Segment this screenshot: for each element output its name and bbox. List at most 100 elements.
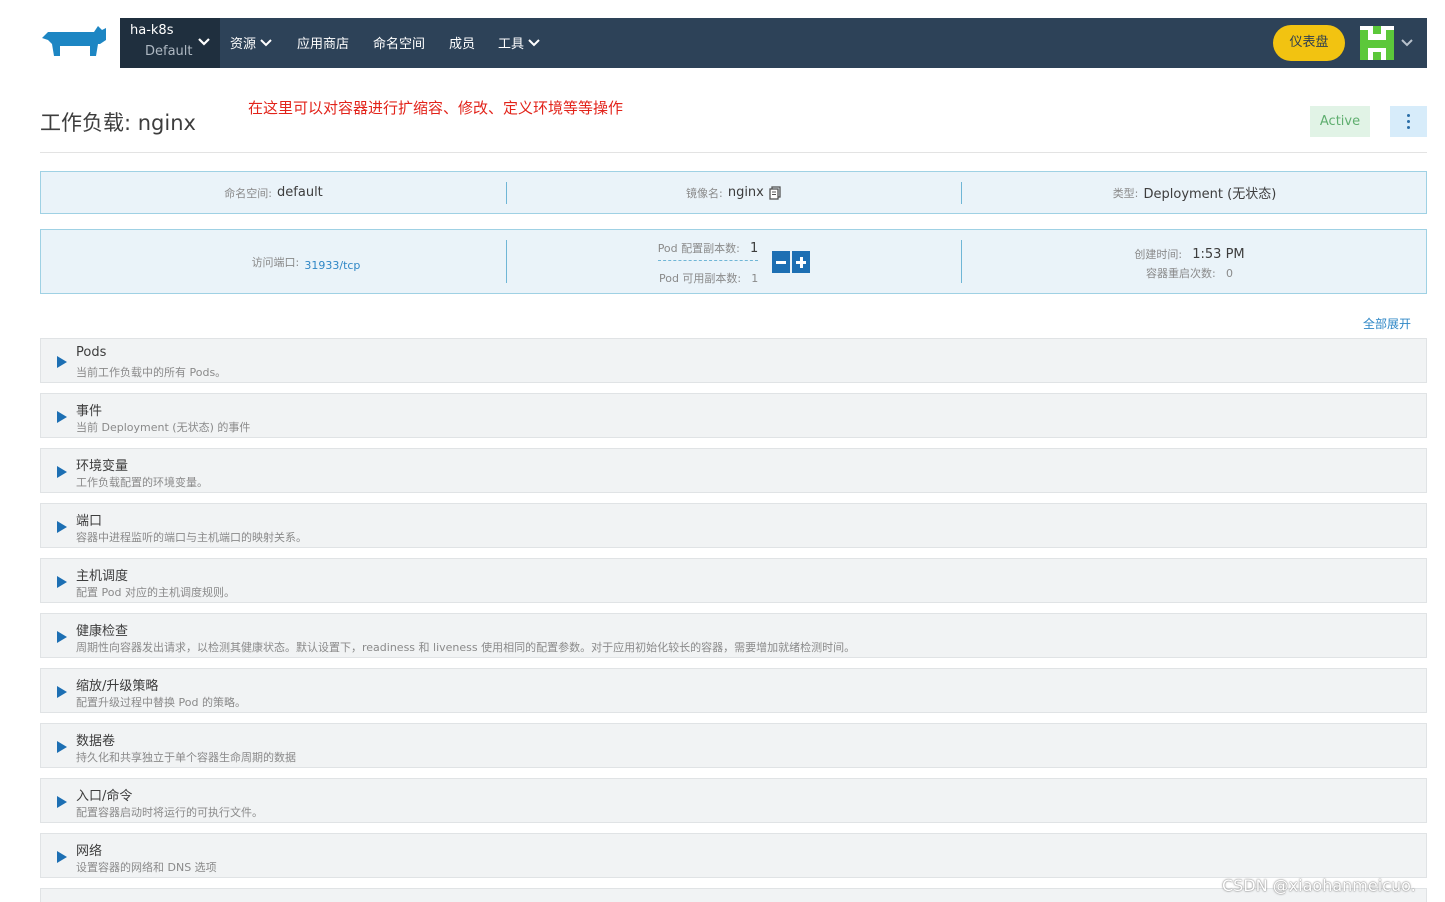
section-description: 当前 Deployment (无状态) 的事件 xyxy=(76,421,251,434)
expand-arrow-icon xyxy=(57,576,67,588)
section-description: 配置升级过程中替换 Pod 的策略。 xyxy=(76,696,246,709)
nav-app-store[interactable]: 应用商店 xyxy=(297,33,349,52)
port-link[interactable]: 31933/tcp xyxy=(304,259,360,272)
port-label: 访问端口: xyxy=(251,255,300,269)
expand-all-link[interactable]: 全部展开 xyxy=(1363,315,1411,332)
section-ports[interactable]: 端口 容器中进程监听的端口与主机端口的映射关系。 xyxy=(40,503,1427,548)
rancher-cow-logo-icon[interactable] xyxy=(40,22,110,62)
section-events[interactable]: 事件 当前 Deployment (无状态) 的事件 xyxy=(40,393,1427,438)
namespace-label: 命名空间: xyxy=(224,186,272,200)
nav-app-store-label: 应用商店 xyxy=(297,37,350,52)
nav-namespaces[interactable]: 命名空间 xyxy=(373,33,425,52)
expand-arrow-icon xyxy=(57,356,67,368)
cluster-project-switcher[interactable]: ha-k8s Default xyxy=(120,18,220,68)
section-pods[interactable]: Pods 当前工作负载中的所有 Pods。 xyxy=(40,338,1427,383)
section-title: 主机调度 xyxy=(76,569,129,584)
chevron-down-icon xyxy=(260,38,272,46)
annotation-note: 在这里可以对容器进行扩缩容、修改、定义环境等等操作 xyxy=(248,99,624,117)
section-title: 入口/命令 xyxy=(76,789,133,804)
image-info: 镜像名: nginx xyxy=(507,172,961,213)
chevron-down-icon xyxy=(198,38,210,46)
expand-arrow-icon xyxy=(57,796,67,808)
created-value: 1:53 PM xyxy=(1192,246,1245,262)
watermark: CSDN @xiaohanmeicuo. xyxy=(1222,876,1416,895)
kebab-menu-icon xyxy=(1407,114,1410,117)
section-description: 工作负载配置的环境变量。 xyxy=(76,476,208,489)
section-description: 持久化和共享独立于单个容器生命周期的数据 xyxy=(76,751,296,764)
replicas-available-value: 1 xyxy=(751,272,759,285)
section-title: 缩放/升级策略 xyxy=(76,679,159,694)
replica-info: Pod 配置副本数: 1 Pod 可用副本数: 1 xyxy=(507,230,961,293)
kebab-dot xyxy=(1407,120,1410,123)
nav-tools-label: 工具 xyxy=(498,37,525,52)
port-info: 访问端口: 31933/tcp xyxy=(41,230,571,293)
expand-arrow-icon xyxy=(57,521,67,533)
replica-counts: Pod 配置副本数: 1 Pod 可用副本数: 1 xyxy=(657,237,759,286)
user-avatar[interactable] xyxy=(1360,26,1394,60)
replicas-config-label: Pod 配置副本数: xyxy=(657,242,740,255)
top-navigation-bar: ha-k8s Default 资源 应用商店 命名空间 成员 工具 仪表盘 xyxy=(120,18,1427,68)
section-title: 健康检查 xyxy=(76,624,129,639)
section-description: 设置容器的网络和 DNS 选项 xyxy=(76,861,217,874)
image-label: 镜像名: xyxy=(686,186,723,200)
restarts-label: 容器重启次数: xyxy=(1146,266,1216,280)
dashboard-button[interactable]: 仪表盘 xyxy=(1273,25,1345,61)
section-title: Pods xyxy=(76,345,107,360)
created-info: 创建时间: 1:53 PM 容器重启次数: 0 xyxy=(962,230,1417,293)
type-info: 类型: Deployment (无状态) xyxy=(962,172,1427,213)
section-volumes[interactable]: 数据卷 持久化和共享独立于单个容器生命周期的数据 xyxy=(40,723,1427,768)
replicas-config: Pod 配置副本数: 1 xyxy=(657,237,759,261)
expand-arrow-icon xyxy=(57,466,67,478)
section-partial[interactable] xyxy=(40,888,1427,902)
nav-members[interactable]: 成员 xyxy=(449,33,475,52)
scale-up-button[interactable] xyxy=(792,250,811,273)
chevron-down-icon[interactable] xyxy=(1400,36,1414,50)
chevron-down-icon xyxy=(528,38,540,46)
status-badge: Active xyxy=(1310,106,1370,137)
project-name: Default xyxy=(145,44,193,59)
type-label: 类型: xyxy=(1112,186,1139,200)
nav-tools[interactable]: 工具 xyxy=(498,33,540,52)
section-node-scheduling[interactable]: 主机调度 配置 Pod 对应的主机调度规则。 xyxy=(40,558,1427,603)
expand-arrow-icon xyxy=(57,686,67,698)
nav-resources-label: 资源 xyxy=(230,37,257,52)
section-networking[interactable]: 网络 设置容器的网络和 DNS 选项 xyxy=(40,833,1427,878)
identicon-icon xyxy=(1360,26,1394,60)
divider xyxy=(40,152,1427,153)
section-health-check[interactable]: 健康检查 周期性向容器发出请求，以检测其健康状态。默认设置下，readiness… xyxy=(40,613,1427,658)
section-description: 当前工作负载中的所有 Pods。 xyxy=(76,366,227,379)
restarts-value: 0 xyxy=(1225,266,1233,280)
nav-namespaces-label: 命名空间 xyxy=(373,37,426,52)
cluster-name: ha-k8s xyxy=(130,23,174,38)
created-label: 创建时间: xyxy=(1134,247,1183,261)
expand-arrow-icon xyxy=(57,741,67,753)
nav-members-label: 成员 xyxy=(449,37,476,52)
replicas-config-value: 1 xyxy=(750,241,759,256)
scale-down-button[interactable] xyxy=(772,250,791,273)
workload-info-row-2: 访问端口: 31933/tcp Pod 配置副本数: 1 Pod 可用副本数: … xyxy=(40,229,1427,294)
workload-info-row-1: 命名空间: default 镜像名: nginx 类型: Deployment … xyxy=(40,171,1427,214)
section-env-vars[interactable]: 环境变量 工作负载配置的环境变量。 xyxy=(40,448,1427,493)
section-title: 网络 xyxy=(76,844,103,859)
copy-icon[interactable] xyxy=(769,185,782,200)
section-command[interactable]: 入口/命令 配置容器启动时将运行的可执行文件。 xyxy=(40,778,1427,823)
created-time: 创建时间: 1:53 PM xyxy=(1134,243,1244,262)
expand-arrow-icon xyxy=(57,851,67,863)
replicas-available-label: Pod 可用副本数: xyxy=(658,272,742,285)
more-actions-button[interactable] xyxy=(1390,106,1427,137)
namespace-value: default xyxy=(277,185,323,200)
replicas-available: Pod 可用副本数: 1 xyxy=(659,261,758,286)
nav-resources[interactable]: 资源 xyxy=(230,33,272,52)
section-title: 环境变量 xyxy=(76,459,129,474)
section-scaling-upgrade[interactable]: 缩放/升级策略 配置升级过程中替换 Pod 的策略。 xyxy=(40,668,1427,713)
restart-count: 容器重启次数: 0 xyxy=(1146,262,1233,281)
section-title: 事件 xyxy=(76,404,103,419)
kebab-dot xyxy=(1407,126,1410,129)
section-description: 配置容器启动时将运行的可执行文件。 xyxy=(76,806,263,819)
image-value: nginx xyxy=(727,185,764,200)
section-title: 数据卷 xyxy=(76,734,116,749)
type-value: Deployment (无状态) xyxy=(1143,187,1277,202)
namespace-info: 命名空间: default xyxy=(41,172,506,213)
expand-arrow-icon xyxy=(57,411,67,423)
section-description: 周期性向容器发出请求，以检测其健康状态。默认设置下，readiness 和 li… xyxy=(76,641,856,654)
